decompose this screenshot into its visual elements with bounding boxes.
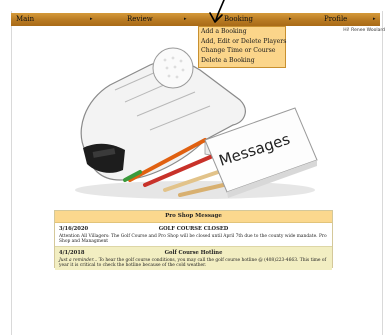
message-body: Just a reminder... To hear the golf cour… bbox=[59, 258, 328, 268]
user-greeting: Hi! Renee Woolard bbox=[343, 28, 385, 33]
nav-arrow-icon: ▸ bbox=[373, 16, 376, 22]
message-title: Golf Course Hotline bbox=[164, 250, 223, 256]
message-text: To hear the golf course conditions, you … bbox=[59, 258, 327, 269]
message-item: Golf Course Hotline 4/1/2018 Just a remi… bbox=[55, 246, 332, 270]
nav-booking[interactable]: Booking bbox=[224, 13, 253, 26]
golf-ball-icon bbox=[152, 47, 194, 89]
main-nav-bar: Main ▸ Review ▸ Booking ▸ Profile ▸ bbox=[11, 13, 380, 26]
message-title: GOLF COURSE CLOSED bbox=[158, 226, 229, 232]
message-body: Attention All Villagers: The Golf Course… bbox=[59, 234, 327, 245]
nav-arrow-icon: ▸ bbox=[90, 16, 93, 22]
nav-main[interactable]: Main bbox=[16, 13, 34, 26]
nav-arrow-icon: ▸ bbox=[289, 16, 292, 22]
message-date: 4/1/2018 bbox=[59, 250, 85, 256]
nav-profile[interactable]: Profile bbox=[324, 13, 347, 26]
golf-messages-illustration: Messages bbox=[75, 47, 318, 199]
nav-review[interactable]: Review bbox=[127, 13, 153, 26]
pro-shop-message-panel: Pro Shop Message GOLF COURSE CLOSED 3/16… bbox=[54, 210, 333, 270]
panel-header: Pro Shop Message bbox=[55, 211, 332, 223]
message-date: 3/16/2020 bbox=[59, 226, 89, 232]
nav-arrow-icon: ▸ bbox=[184, 16, 187, 22]
message-item: GOLF COURSE CLOSED 3/16/2020 Attention A… bbox=[55, 223, 332, 246]
